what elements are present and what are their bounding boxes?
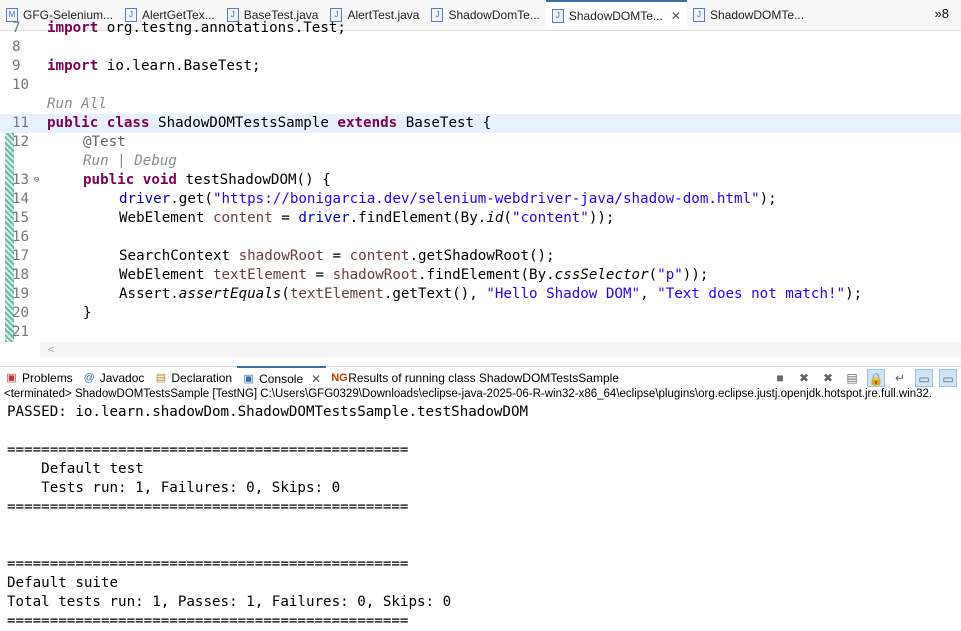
declaration-icon: ▤ [155,371,167,384]
fold-icon[interactable]: ⊖ [34,171,39,190]
tab-javadoc[interactable]: @ Javadoc [78,367,150,389]
line-number: 11 [12,115,30,131]
line-number: 15 [12,210,30,226]
tab-label: Problems [22,371,73,385]
run-all-codelens[interactable]: Run All [47,95,107,114]
code-line: import io.learn.BaseTest; [47,58,261,74]
clear-console-icon[interactable]: ▤ [843,369,861,387]
remove-all-launches-icon[interactable]: ✖ [819,369,837,387]
run-debug-codelens[interactable]: Run | Debug [83,152,177,171]
code-line: } [83,305,92,321]
code-line: WebElement textElement = shadowRoot.find… [119,267,709,283]
line-number: 19 [12,286,30,302]
code-editor[interactable]: 7 import org.testng.annotations.Test; 8 9… [0,16,961,342]
code-line: @Test [83,134,126,150]
problems-icon: ▣ [6,371,17,384]
scroll-lock-icon[interactable]: 🔒 [867,369,885,387]
line-number: 7 [12,20,21,36]
line-number: 8 [12,39,21,55]
code-line: SearchContext shadowRoot = content.getSh… [119,248,555,264]
console-launch-description: <terminated> ShadowDOMTestsSample [TestN… [4,388,933,400]
tab-testng-results[interactable]: NG Results of running class ShadowDOMTest… [326,367,624,389]
terminate-icon[interactable]: ■ [771,369,789,387]
line-number: 9 [12,58,21,74]
show-console-on-stderr-icon[interactable]: ▭ [939,369,957,387]
remove-launch-icon[interactable]: ✖ [795,369,813,387]
line-number: 17 [12,248,30,264]
tab-problems[interactable]: ▣ Problems [0,367,78,389]
horizontal-scrollbar[interactable]: < [40,342,961,358]
code-line: WebElement content = driver.findElement(… [119,210,615,226]
word-wrap-icon[interactable]: ↵ [891,369,909,387]
show-console-on-stdout-icon[interactable]: ▭ [915,369,933,387]
line-number: 12 [12,134,30,150]
tab-label: Declaration [171,371,233,385]
tab-declaration[interactable]: ▤ Declaration [149,367,237,389]
tab-label: Results of running class ShadowDOMTestsS… [348,371,619,385]
line-number: 21 [12,324,30,340]
line-number: 20 [12,305,30,321]
line-number: 10 [12,77,30,93]
code-line: public void testShadowDOM() { [83,172,331,188]
code-line: public class ShadowDOMTestsSample extend… [47,115,492,131]
close-icon[interactable]: ✕ [311,372,321,386]
scroll-left-icon[interactable]: < [48,344,54,356]
tab-label: Console [259,372,304,386]
console-output: PASSED: io.learn.shadowDom.ShadowDOMTest… [7,404,529,629]
bottom-panel-tabs: ▣ Problems @ Javadoc ▤ Declaration ▣ Console… [0,366,961,390]
code-line: driver.get("https://bonigarcia.dev/selen… [119,191,777,207]
line-number: 13 [12,172,30,188]
javadoc-icon: @ [83,371,95,384]
code-line: Assert.assertEquals(textElement.getText(… [119,286,863,302]
code-line: import org.testng.annotations.Test; [47,20,346,36]
tab-label: Javadoc [99,371,145,385]
line-number: 14 [12,191,30,207]
testng-icon: NG [331,371,348,384]
tab-console[interactable]: ▣ Console ✕ [237,366,327,390]
line-number: 18 [12,267,30,283]
line-number: 16 [12,229,30,245]
console-icon: ▣ [243,372,254,385]
